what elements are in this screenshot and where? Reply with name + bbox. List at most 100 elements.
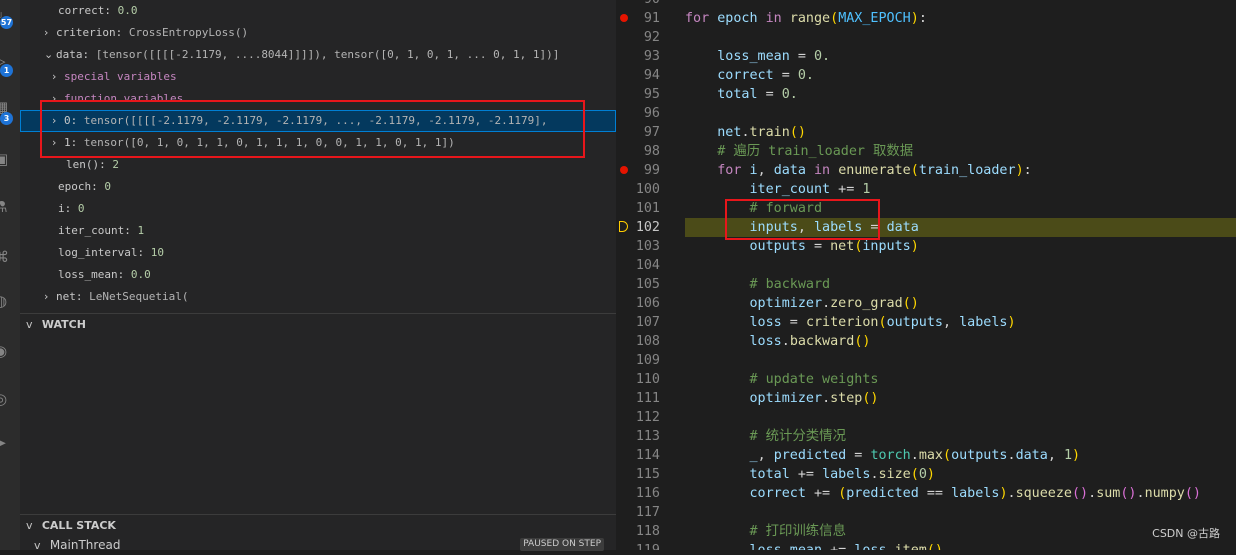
code-line[interactable]: 98 # 遍历 train_loader 取数据 (616, 142, 1236, 161)
code-line[interactable]: 108 loss.backward() (616, 332, 1236, 351)
code-line[interactable]: 107 loss = criterion(outputs, labels) (616, 313, 1236, 332)
chevron-right-icon[interactable]: › (52, 66, 64, 88)
code-line[interactable]: 112 (616, 408, 1236, 427)
code-line[interactable]: 106 optimizer.zero_grad() (616, 294, 1236, 313)
python-icon[interactable]: ◉ (0, 340, 20, 362)
variable-name: data (56, 48, 83, 61)
thread-row[interactable]: v MainThread PAUSED ON STEP (20, 536, 616, 554)
code-line[interactable]: 102 inputs, labels = data (616, 218, 1236, 237)
variable-value: 0.0 (117, 4, 138, 17)
code-editor[interactable]: 90 91 for epoch in range(MAX_EPOCH): 92 93 l… (616, 0, 1236, 550)
code-line[interactable]: 95 total = 0. (616, 85, 1236, 104)
variable-value: 0 (77, 202, 85, 215)
variable-row[interactable]: epoch: 0 (20, 176, 616, 198)
variable-row[interactable]: log_interval: 10 (20, 242, 616, 264)
chevron-down-icon[interactable]: ⌄ (44, 44, 56, 66)
activity-badge: 57 (0, 16, 13, 29)
call-stack-title: CALL STACK (41, 519, 116, 532)
git-graph-icon[interactable]: ⌘ (0, 246, 20, 268)
variable-name: epoch (58, 180, 92, 193)
code-line[interactable]: 104 (616, 256, 1236, 275)
code-line[interactable]: 99 for i, data in enumerate(train_loader… (616, 161, 1236, 180)
line-number: 106 (635, 296, 660, 311)
code-line[interactable]: 97 net.train() (616, 123, 1236, 142)
variable-name: loss_mean (58, 268, 118, 281)
code-line[interactable]: 110 # update weights (616, 370, 1236, 389)
code-line[interactable]: 117 (616, 503, 1236, 522)
docker-icon[interactable]: ◍ (0, 290, 20, 312)
code-line[interactable]: 100 iter_count += 1 (616, 180, 1236, 199)
remote-explorer-icon[interactable]: ▣ (0, 148, 20, 170)
variable-name: net (56, 290, 76, 303)
testing-icon[interactable]: ⚗ (0, 196, 20, 218)
code-text: total += labels.size(0) (749, 467, 935, 482)
variable-separator: : (99, 158, 113, 171)
line-number: 103 (635, 239, 660, 254)
line-number: 93 (643, 49, 660, 64)
variable-row[interactable]: › special variables (20, 66, 616, 88)
variable-row[interactable]: len(): 2 (20, 154, 616, 176)
code-text: net.train() (717, 125, 806, 140)
code-line[interactable]: 96 (616, 104, 1236, 123)
variable-row[interactable]: loss_mean: 0.0 (20, 264, 616, 286)
line-number: 101 (635, 201, 660, 216)
line-number: 116 (635, 486, 660, 501)
chevron-right-icon[interactable]: › (52, 88, 64, 110)
line-number: 110 (635, 372, 660, 387)
live-share-icon[interactable]: ➤ (0, 432, 20, 454)
code-line[interactable]: 92 (616, 28, 1236, 47)
code-line[interactable]: 113 # 统计分类情况 (616, 427, 1236, 446)
call-stack-section-header[interactable]: v CALL STACK (20, 514, 616, 537)
code-text: correct += (predicted == labels).squeeze… (749, 486, 1202, 501)
chevron-down-icon: v (26, 318, 33, 331)
chevron-right-icon[interactable]: › (52, 132, 64, 154)
code-line[interactable]: 119 loss_mean += loss.item() (616, 541, 1236, 550)
variable-name: correct (58, 4, 105, 17)
variable-row[interactable]: ⌄ data: [tensor([[[[-2.1179, ....8044]]]]… (20, 44, 616, 66)
line-number: 115 (635, 467, 660, 482)
code-line[interactable]: 101 # forward (616, 199, 1236, 218)
code-line[interactable]: 115 total += labels.size(0) (616, 465, 1236, 484)
code-line[interactable]: 118 # 打印训练信息 (616, 522, 1236, 541)
line-number: 113 (635, 429, 660, 444)
variable-row[interactable]: › 1: tensor([0, 1, 0, 1, 1, 0, 1, 1, 1, 0… (20, 132, 616, 154)
chevron-down-icon: v (34, 539, 41, 552)
chevron-right-icon[interactable]: › (44, 286, 56, 308)
code-line[interactable]: 105 # backward (616, 275, 1236, 294)
line-number: 90 (616, 0, 660, 9)
code-line[interactable]: 116 correct += (predicted == labels).squ… (616, 484, 1236, 503)
code-line[interactable]: 93 loss_mean = 0. (616, 47, 1236, 66)
line-number: 95 (643, 87, 660, 102)
line-number: 114 (635, 448, 660, 463)
line-number: 94 (643, 68, 660, 83)
activity-bar: ⑂▷▦▣⚗⌘◍◉◎➤5713 (0, 0, 20, 550)
line-number: 108 (635, 334, 660, 349)
chevron-right-icon[interactable]: › (52, 110, 64, 132)
variable-name: log_interval (58, 246, 138, 259)
variable-row[interactable]: › net: LeNetSequetial( (20, 286, 616, 308)
code-line[interactable]: 114 _, predicted = torch.max(outputs.dat… (616, 446, 1236, 465)
variable-separator: : (70, 114, 84, 127)
variable-row[interactable]: › function variables (20, 88, 616, 110)
code-line[interactable]: 90 (616, 0, 1236, 9)
code-text: inputs, labels = data (685, 218, 1236, 237)
variable-value: LeNetSequetial( (89, 290, 189, 303)
variable-row[interactable]: › criterion: CrossEntropyLoss() (20, 22, 616, 44)
variable-row[interactable]: correct: 0.0 (20, 0, 616, 22)
code-text: outputs = net(inputs) (749, 239, 919, 254)
code-line[interactable]: 109 (616, 351, 1236, 370)
code-line[interactable]: 94 correct = 0. (616, 66, 1236, 85)
code-line[interactable]: 111 optimizer.step() (616, 389, 1236, 408)
variable-row[interactable]: i: 0 (20, 198, 616, 220)
code-text: loss.backward() (749, 334, 871, 349)
line-number: 98 (643, 144, 660, 159)
code-line[interactable]: 91 for epoch in range(MAX_EPOCH): (616, 9, 1236, 28)
chevron-right-icon[interactable]: › (44, 22, 56, 44)
variable-row[interactable]: › 0: tensor([[[[-2.1179, -2.1179, -2.1179… (20, 110, 616, 132)
github-icon[interactable]: ◎ (0, 388, 20, 410)
variable-value: 2 (112, 158, 119, 171)
watch-section-header[interactable]: v WATCH (20, 313, 616, 336)
status-badge: PAUSED ON STEP (520, 538, 604, 551)
variable-row[interactable]: iter_count: 1 (20, 220, 616, 242)
code-line[interactable]: 103 outputs = net(inputs) (616, 237, 1236, 256)
